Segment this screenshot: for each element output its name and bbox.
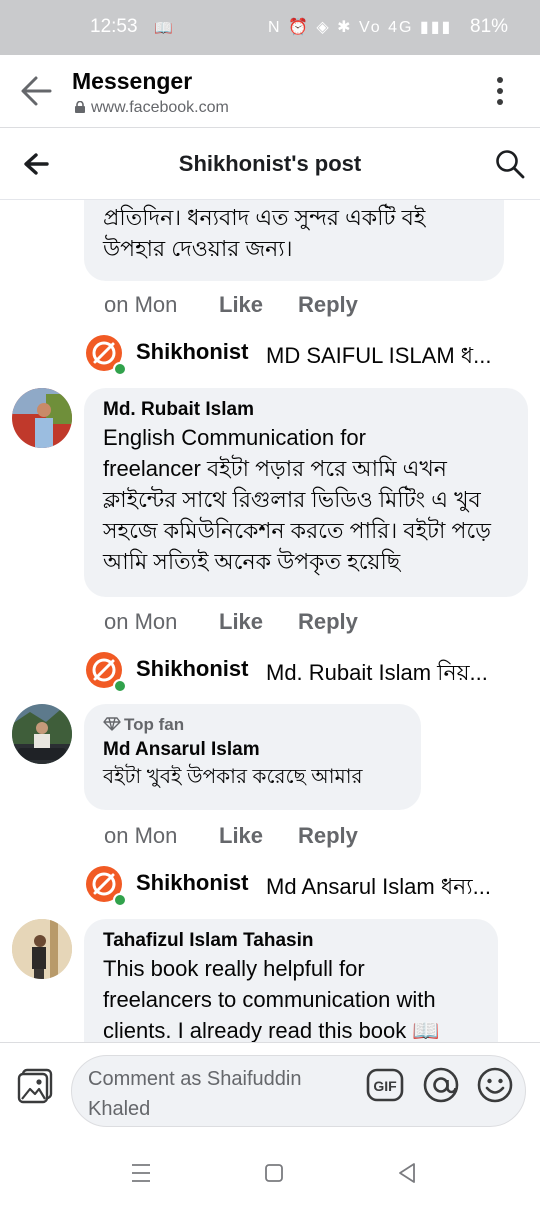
comment-text: উপহার দেওয়ার জন্য।	[103, 236, 293, 261]
comment-author[interactable]: Md. Rubait Islam	[103, 398, 508, 422]
comment-text: clients. I already read this book 📖	[103, 1018, 440, 1042]
system-nav-bar	[0, 1142, 540, 1206]
status-time: 12:53	[90, 16, 138, 37]
comment-author[interactable]: Tahafizul Islam Tahasin	[103, 929, 478, 953]
mention-icon[interactable]	[422, 1066, 460, 1104]
comment-text: প্রতিদিন। ধন্যবাদ এত সুন্দর একটি বই	[103, 205, 426, 230]
page-name: Shikhonist	[136, 339, 249, 364]
reply-button[interactable]: Reply	[298, 609, 358, 635]
online-indicator	[113, 362, 127, 376]
comment-input[interactable]: Comment as Shaifuddin Khaled GIF	[71, 1055, 526, 1127]
top-fan-label: Top fan	[124, 715, 185, 734]
comment-text: ক্লাইন্টের সাথে রিগুলার ভিডিও মিটিং এ খু…	[103, 487, 481, 512]
comment-bubble: Md. Rubait Islam English Communication f…	[84, 388, 528, 597]
browser-title: Messenger	[72, 68, 193, 94]
comment-text: freelancer বইটা পড়ার পরে আমি এখন	[103, 456, 447, 481]
like-button[interactable]: Like	[219, 292, 263, 318]
avatar[interactable]	[12, 388, 72, 448]
book-icon: 📖	[154, 20, 173, 37]
comment-placeholder: Comment as Shaifuddin Khaled	[88, 1068, 302, 1120]
recent-apps-icon[interactable]	[131, 1162, 151, 1184]
browser-url: www.facebook.com	[74, 99, 229, 117]
comment-time: on Mon	[104, 292, 178, 317]
reply-preview-text: MD SAIFUL ISLAM ধ...	[266, 343, 492, 368]
reply-preview-text: Md. Rubait Islam নিয়...	[266, 660, 488, 685]
post-header: Shikhonist's post	[0, 128, 540, 200]
battery-level: 81%	[470, 16, 509, 37]
home-icon[interactable]	[264, 1163, 284, 1183]
url-text: www.facebook.com	[91, 99, 229, 116]
comment-bubble: প্রতিদিন। ধন্যবাদ এত সুন্দর একটি বই উপহা…	[84, 200, 504, 281]
gif-label: GIF	[373, 1078, 397, 1094]
status-icons: N ⏰ ◈ ✱ Vo 4G ▮▮▮	[268, 19, 453, 36]
search-icon[interactable]	[494, 148, 526, 180]
comment-time: on Mon	[104, 609, 178, 634]
gif-icon[interactable]: GIF	[366, 1068, 404, 1102]
top-fan-badge: Top fan	[103, 714, 401, 736]
comment-text: বইটা খুবই উপকার করেছে আমার	[103, 766, 363, 788]
page-name: Shikhonist	[136, 656, 249, 681]
avatar[interactable]	[12, 919, 72, 979]
page-reply-preview[interactable]: Shikhonist Md. Rubait Islam নিয়...	[86, 652, 526, 696]
comment-bubble: Top fan Md Ansarul Islam বইটা খুবই উপকার…	[84, 704, 421, 810]
comment-author[interactable]: Md Ansarul Islam	[103, 738, 401, 762]
comment-text: English Communication for	[103, 425, 366, 450]
diamond-icon	[103, 717, 121, 731]
reply-button[interactable]: Reply	[298, 823, 358, 849]
page-reply-preview[interactable]: Shikhonist MD SAIFUL ISLAM ধ...	[86, 335, 526, 379]
comment-text: আমি সত্যিই অনেক উপকৃত হয়েছি	[103, 549, 401, 574]
browser-bar: Messenger www.facebook.com	[0, 55, 540, 128]
comment-time: on Mon	[104, 823, 178, 848]
emoji-icon[interactable]	[476, 1066, 514, 1104]
avatar[interactable]	[12, 704, 72, 764]
lock-icon	[75, 101, 85, 113]
like-button[interactable]: Like	[219, 609, 263, 635]
more-options-icon[interactable]	[488, 74, 512, 108]
comment-composer: Comment as Shaifuddin Khaled GIF	[0, 1042, 540, 1142]
page-name: Shikhonist	[136, 870, 249, 895]
comment-text: freelancers to communication with	[103, 987, 436, 1012]
reply-button[interactable]: Reply	[298, 292, 358, 318]
online-indicator	[113, 679, 127, 693]
like-button[interactable]: Like	[219, 823, 263, 849]
comment-bubble: Tahafizul Islam Tahasin This book really…	[84, 919, 498, 1042]
reply-preview-text: Md Ansarul Islam ধন্য...	[266, 874, 492, 899]
comment-feed[interactable]: প্রতিদিন। ধন্যবাদ এত সুন্দর একটি বই উপহা…	[0, 200, 540, 1042]
nav-back-icon[interactable]	[397, 1162, 417, 1184]
online-indicator	[113, 893, 127, 907]
post-title: Shikhonist's post	[178, 151, 362, 176]
photo-icon[interactable]	[16, 1067, 54, 1105]
status-bar: 12:53 📖 N ⏰ ◈ ✱ Vo 4G ▮▮▮ 81%	[0, 0, 540, 55]
page-reply-preview[interactable]: Shikhonist Md Ansarul Islam ধন্য...	[86, 866, 526, 910]
back-arrow-icon[interactable]	[18, 71, 54, 111]
comment-text: সহজে কমিউনিকেশন করতে পারি। বইটা পড়ে	[103, 518, 491, 543]
comment-text: This book really helpfull for	[103, 956, 365, 981]
